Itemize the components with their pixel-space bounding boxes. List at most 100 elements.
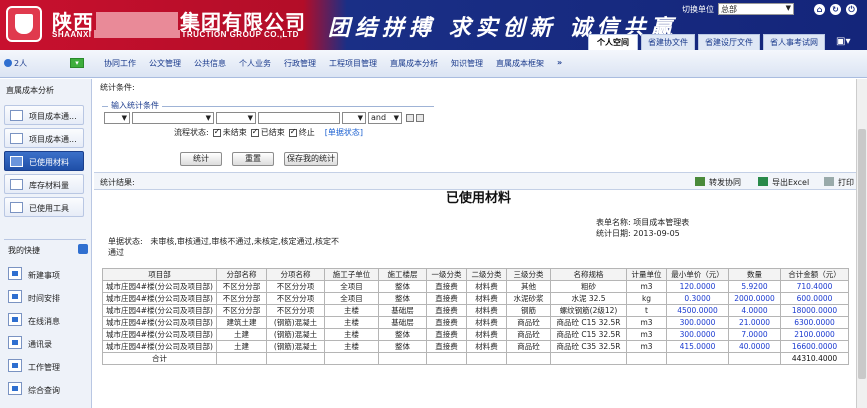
table-cell: 土建: [216, 328, 267, 341]
table-cell: 4.0000: [728, 304, 781, 317]
table-cell: 21.0000: [728, 316, 781, 329]
forward-button[interactable]: 转发协同: [695, 177, 741, 188]
status-checkbox-terminated[interactable]: [288, 127, 297, 137]
table-cell: 直接费: [426, 292, 467, 305]
vertical-scrollbar[interactable]: [856, 79, 867, 408]
quick-contacts[interactable]: 通讯录: [8, 334, 88, 352]
col-header[interactable]: 分部名称: [216, 268, 267, 281]
tab-construction-dept-docs[interactable]: 省建设厅文件: [698, 34, 760, 50]
table-cell: 主楼: [324, 316, 379, 329]
nav-item-knowledge[interactable]: 知识管理: [451, 58, 483, 69]
scrollbar-thumb[interactable]: [858, 129, 866, 379]
col-header[interactable]: 数量: [728, 268, 781, 281]
quick-new-item[interactable]: 新建事项: [8, 265, 88, 283]
nav-more-button[interactable]: »: [557, 58, 562, 69]
tab-exam-site[interactable]: 省人事考试网: [763, 34, 825, 50]
col-header[interactable]: 计量单位: [626, 268, 667, 281]
tab-association-docs[interactable]: 省建协文件: [641, 34, 695, 50]
doc-status-link[interactable]: [单据状态]: [325, 127, 363, 138]
table-row[interactable]: 城市庄园4#楼(分公司及项目部) 不区分分部 不区分分项 全项目 整体 直接费 材料费 水泥砂…: [102, 292, 849, 305]
table-cell: 40.0000: [728, 340, 781, 353]
table-row[interactable]: 城市庄园4#楼(分公司及项目部) 土建 (钢筋)混凝土 主楼 整体 直接费 材料费 商品砼 商品…: [102, 328, 849, 341]
quick-work-management[interactable]: 工作管理: [8, 357, 88, 375]
nav-item-documents[interactable]: 公文管理: [149, 58, 181, 69]
sidebar-item-project-cost-1[interactable]: 项目成本通...: [4, 105, 84, 125]
field-select[interactable]: ▼: [132, 112, 214, 124]
table-cell: m3: [626, 280, 667, 293]
logic-select[interactable]: and ▼: [368, 112, 402, 124]
power-icon[interactable]: ⏻: [846, 4, 857, 15]
chevron-down-icon: ▼: [785, 4, 791, 12]
quick-settings-icon[interactable]: [78, 244, 88, 254]
value-input[interactable]: [258, 112, 340, 124]
col-header[interactable]: 施工子单位: [324, 268, 379, 281]
col-header[interactable]: 一级分类: [426, 268, 467, 281]
quick-search[interactable]: 综合查询: [8, 380, 88, 398]
printer-icon: [824, 177, 834, 186]
report-icon: [10, 110, 23, 121]
table-cell: 商品砼 C15 32.5R: [550, 316, 627, 329]
table-cell: 整体: [378, 280, 427, 293]
sidebar-item-used-tools[interactable]: 已使用工具: [4, 197, 84, 217]
sidebar-toggle-icon[interactable]: ▾: [70, 58, 84, 68]
print-button[interactable]: 打印: [824, 177, 854, 188]
col-header[interactable]: 分项名称: [266, 268, 325, 281]
quick-messages[interactable]: 在线消息: [8, 311, 88, 329]
tab-personal-space[interactable]: 个人空间: [588, 34, 638, 50]
unit-select[interactable]: 总部 ▼: [718, 3, 794, 15]
col-header[interactable]: 项目部: [102, 268, 217, 281]
table-cell: 土建: [216, 340, 267, 353]
user-icon: [4, 59, 12, 67]
table-cell: m3: [626, 328, 667, 341]
status-checkbox-unfinished[interactable]: [212, 127, 221, 137]
col-header[interactable]: 施工楼层: [378, 268, 427, 281]
stat-button[interactable]: 统计: [180, 152, 222, 166]
table-row[interactable]: 城市庄园4#楼(分公司及项目部) 土建 (钢筋)混凝土 主楼 整体 直接费 材料费 商品砼 商品…: [102, 340, 849, 353]
operator-select[interactable]: ▼: [216, 112, 256, 124]
col-header[interactable]: 合计金额（元）: [780, 268, 849, 281]
nav-item-projects[interactable]: 工程项目管理: [329, 58, 377, 69]
nav-item-personal[interactable]: 个人业务: [239, 58, 271, 69]
nav-item-collaboration[interactable]: 协同工作: [104, 58, 136, 69]
table-cell: 不区分分部: [216, 280, 267, 293]
excel-icon: [758, 177, 768, 186]
table-cell: [466, 352, 507, 365]
table-cell: (钢筋)混凝土: [266, 340, 325, 353]
col-header[interactable]: 三级分类: [506, 268, 551, 281]
nav-item-admin[interactable]: 行政管理: [284, 58, 316, 69]
col-header[interactable]: 名称规格: [550, 268, 627, 281]
nav-item-cost-analysis[interactable]: 直属成本分析: [390, 58, 438, 69]
col-header[interactable]: 最小单价（元）: [666, 268, 729, 281]
quick-schedule[interactable]: 时间安排: [8, 288, 88, 306]
table-row[interactable]: 城市庄园4#楼(分公司及项目部) 建筑土建 (钢筋)混凝土 主楼 基础层 直接费 材料费 商品…: [102, 316, 849, 329]
remove-condition-icon[interactable]: [416, 114, 424, 122]
nav-item-cost-framework[interactable]: 直属成本框架: [496, 58, 544, 69]
refresh-icon[interactable]: ↻: [830, 4, 841, 15]
bracket-select[interactable]: ▼: [104, 112, 130, 124]
export-excel-button[interactable]: 导出Excel: [758, 177, 809, 188]
sidebar-item-inventory[interactable]: 库存材料量: [4, 174, 84, 194]
table-cell: 主楼: [324, 328, 379, 341]
table-cell: (钢筋)混凝土: [266, 328, 325, 341]
table-cell: 钢筋: [506, 304, 551, 317]
sidebar-item-project-cost-2[interactable]: 项目成本通...: [4, 128, 84, 148]
close-bracket-select[interactable]: ▼: [342, 112, 366, 124]
col-header[interactable]: 二级分类: [466, 268, 507, 281]
table-cell: 6300.0000: [780, 316, 849, 329]
reset-button[interactable]: 重置: [232, 152, 274, 166]
status-checkbox-finished[interactable]: [250, 127, 259, 137]
table-cell: 城市庄园4#楼(分公司及项目部): [102, 340, 217, 353]
contacts-icon: [8, 336, 22, 349]
sidebar-item-used-materials[interactable]: 已使用材料: [4, 151, 84, 171]
add-condition-icon[interactable]: [406, 114, 414, 122]
nav-item-public-info[interactable]: 公共信息: [194, 58, 226, 69]
table-row[interactable]: 城市庄园4#楼(分公司及项目部) 不区分分部 不区分分项 全项目 整体 直接费 材料费 其他粗…: [102, 280, 849, 293]
table-row[interactable]: 城市庄园4#楼(分公司及项目部) 不区分分部 不区分分项 主楼 基础层 直接费 材料费 钢筋螺…: [102, 304, 849, 317]
more-tabs-icon[interactable]: ▣▾: [836, 36, 850, 48]
table-cell: 16600.0000: [780, 340, 849, 353]
search-icon: [8, 382, 22, 395]
save-stat-button[interactable]: 保存我的统计: [284, 152, 338, 166]
table-cell: 直接费: [426, 304, 467, 317]
home-icon[interactable]: ⌂: [814, 4, 825, 15]
online-users[interactable]: 2人: [4, 58, 27, 69]
